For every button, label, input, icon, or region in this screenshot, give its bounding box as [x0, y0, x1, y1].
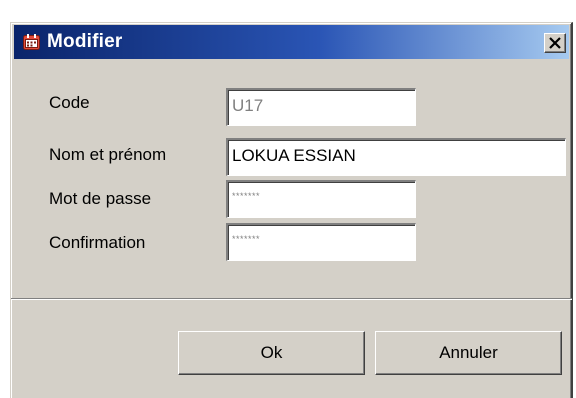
name-field[interactable]: LOKUA ESSIAN	[226, 138, 566, 176]
calendar-icon	[23, 34, 40, 50]
name-label: Nom et prénom	[49, 145, 167, 164]
cancel-button[interactable]: Annuler	[375, 331, 562, 375]
password-field[interactable]: *******	[226, 180, 416, 218]
title-bar[interactable]: Modifier	[14, 25, 569, 59]
password-label: Mot de passe	[49, 189, 152, 208]
confirmation-field[interactable]: *******	[226, 223, 416, 261]
modifier-dialog: Modifier Code U17 Nom et prénom LOKUA ES…	[10, 22, 573, 398]
code-field[interactable]: U17	[226, 88, 416, 126]
ok-button[interactable]: Ok	[178, 331, 365, 375]
confirmation-label: Confirmation	[49, 233, 146, 252]
close-icon	[549, 37, 561, 49]
code-label: Code	[49, 93, 90, 112]
window-title: Modifier	[47, 31, 123, 52]
close-button[interactable]	[544, 33, 566, 53]
separator	[11, 298, 572, 300]
